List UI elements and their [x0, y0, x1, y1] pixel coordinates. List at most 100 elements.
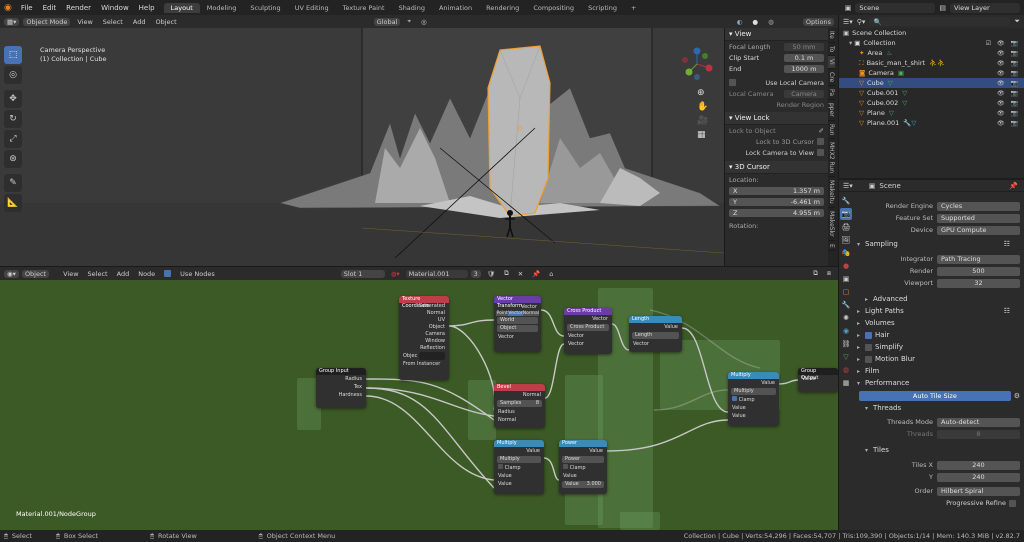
pan-hand-icon[interactable]: ✋ [697, 102, 708, 112]
scale-tool-icon[interactable]: ⤢ [4, 130, 22, 148]
outliner-item-area[interactable]: ✦ Area ♨ 👁 📷 [839, 48, 1024, 58]
clip-start-field[interactable]: 0.1 m [784, 53, 824, 62]
cursor-y-field[interactable]: Y -6.461 m [729, 197, 824, 206]
add-workspace-button[interactable]: + [624, 3, 643, 13]
sidebar-tab-e[interactable]: E [828, 241, 835, 252]
rotate-tool-icon[interactable]: ↻ [4, 110, 22, 128]
node-length[interactable]: Length Value Length Vector [629, 316, 682, 352]
menu-render[interactable]: Render [61, 4, 96, 12]
visibility-icons[interactable]: 👁 📷 [997, 60, 1024, 67]
particles-tab-icon[interactable]: ✺ [840, 312, 852, 324]
shader-type-select[interactable]: Object [21, 269, 50, 278]
data-tab-icon[interactable]: ▽ [840, 351, 852, 363]
sidebar-tab-view[interactable]: Vi [828, 56, 835, 69]
material-users-count[interactable]: 3 [470, 269, 481, 278]
object-mode-select[interactable]: Object Mode [23, 17, 71, 26]
vector-op-select[interactable]: Cross Product [567, 324, 609, 331]
options-button[interactable]: Options [802, 17, 834, 26]
visibility-icons[interactable]: 👁 📷 [997, 50, 1024, 57]
math-op-select[interactable]: Multiply [497, 456, 541, 463]
node-menu-view[interactable]: View [60, 270, 81, 278]
vp-menu-view[interactable]: View [74, 18, 95, 26]
from-space-select[interactable]: World [497, 317, 538, 324]
node-group-output[interactable]: Group Output Value [798, 368, 838, 392]
fake-user-icon[interactable]: 🛡 [484, 270, 498, 278]
render-tab-icon[interactable]: 📷 [840, 208, 852, 220]
transform-tool-icon[interactable]: ⊛ [4, 150, 22, 168]
node-texture-coordinate[interactable]: Texture Coordinate Generated Normal UV O… [399, 296, 449, 380]
outliner-item-camera[interactable]: ◙ Camera ▣ 👁 📷 [839, 68, 1024, 78]
math-op-select[interactable]: Multiply [731, 388, 776, 395]
orientation-select[interactable]: Global [373, 17, 401, 26]
feature-set-select[interactable]: Supported [937, 213, 1020, 223]
node-cross-product[interactable]: Cross Product Vector Cross Product Vecto… [564, 308, 612, 354]
parent-tree-icon[interactable]: ⌂ [546, 270, 556, 278]
tab-compositing[interactable]: Compositing [526, 3, 581, 13]
scene-field[interactable]: Scene [855, 2, 936, 13]
slot-select[interactable]: Slot 1 [340, 269, 385, 278]
node-bevel[interactable]: Bevel Normal Samples 8 Radius Normal [494, 384, 545, 428]
outliner-item-cube[interactable]: ▽ Cube ▽ 👁 📷 [839, 78, 1024, 88]
cursor-x-field[interactable]: X 1.357 m [729, 186, 824, 195]
modifier-tab-icon[interactable]: 🔧 [840, 299, 852, 311]
light-paths-panel-header[interactable]: ▸ Light Paths ☷ [839, 305, 1024, 317]
use-local-camera-checkbox[interactable] [729, 79, 736, 86]
magnet-icon[interactable]: ⧈ [824, 269, 834, 278]
visibility-icons[interactable]: ☑ 👁 📷 [986, 40, 1024, 47]
funnel-icon[interactable]: ⏷ [1014, 17, 1020, 26]
view-layer-field[interactable]: View Layer [950, 2, 1020, 13]
shading-solid-icon[interactable]: ● [749, 18, 761, 26]
sampling-panel-header[interactable]: ▾ Sampling ☷ [839, 238, 1024, 250]
output-tab-icon[interactable]: 🖨 [840, 221, 852, 233]
cursor-z-field[interactable]: Z 4.955 m [729, 208, 824, 217]
pin-icon[interactable]: 📌 [529, 270, 543, 278]
tab-modeling[interactable]: Modeling [200, 3, 244, 13]
outliner-item-cube-001[interactable]: ▽ Cube.001 ▽ 👁 📷 [839, 88, 1024, 98]
tile-order-select[interactable]: Hilbert Spiral [937, 486, 1020, 496]
length-op-select[interactable]: Length [632, 332, 679, 339]
node-menu-node[interactable]: Node [135, 270, 158, 278]
measure-tool-icon[interactable]: 📐 [4, 194, 22, 212]
outliner-type-icon[interactable]: ☰▾ [843, 18, 853, 26]
snap-icon[interactable]: ⌖ [404, 17, 414, 26]
list-icon[interactable]: ☷ [1004, 307, 1010, 315]
tab-uv-editing[interactable]: UV Editing [288, 3, 336, 13]
render-engine-select[interactable]: Cycles [937, 201, 1020, 211]
visibility-icons[interactable]: 👁 📷 [997, 100, 1024, 107]
sidebar-tab-mhx2[interactable]: MHX2 Run [828, 139, 835, 178]
vp-menu-object[interactable]: Object [152, 18, 179, 26]
view-layer-tab-icon[interactable]: 🖼 [840, 234, 852, 246]
visibility-icons[interactable]: 👁 📷 [997, 110, 1024, 117]
integrator-select[interactable]: Path Tracing [937, 254, 1020, 264]
visibility-icons[interactable]: 👁 📷 [997, 80, 1024, 87]
annotate-tool-icon[interactable]: ✎ [4, 174, 22, 192]
tab-shading[interactable]: Shading [392, 3, 432, 13]
clamp-checkbox[interactable] [732, 396, 737, 401]
grid-view-icon[interactable]: ▦ [697, 130, 708, 140]
motion-blur-checkbox[interactable] [865, 355, 872, 363]
focal-length-field[interactable]: 50 mm [784, 42, 824, 51]
exponent-field[interactable]: Value 3.000 [562, 481, 604, 488]
samples-field[interactable]: Samples 8 [497, 400, 542, 407]
outliner-collection[interactable]: ▾ ▣ Collection ☑ 👁 📷 [839, 38, 1024, 48]
tab-texture-paint[interactable]: Texture Paint [336, 3, 392, 13]
cursor-tool-icon[interactable]: ◎ [4, 66, 22, 84]
tab-layout[interactable]: Layout [163, 2, 200, 13]
hair-checkbox[interactable] [865, 331, 872, 339]
properties-type-icon[interactable]: ☰▾ [843, 182, 853, 190]
move-tool-icon[interactable]: ✥ [4, 90, 22, 108]
sidebar-tab-tool[interactable]: To [828, 43, 835, 57]
sidebar-tab-run[interactable]: Run [828, 121, 835, 140]
performance-panel-header[interactable]: ▾ Performance [839, 377, 1024, 389]
sidebar-tab-item[interactable]: Ite [828, 28, 835, 43]
view-lock-section-header[interactable]: ▾ View Lock [725, 112, 828, 125]
tab-sculpting[interactable]: Sculpting [243, 3, 287, 13]
viewport-samples-field[interactable]: 32 [937, 278, 1020, 288]
node-power[interactable]: Power Value Power Clamp Value Value 3.000 [559, 440, 607, 494]
camera-view-icon[interactable]: 🎥 [697, 116, 708, 126]
menu-file[interactable]: File [16, 4, 38, 12]
filter-icon[interactable]: ⚲▾ [857, 18, 866, 26]
visibility-icons[interactable]: 👁 📷 [997, 70, 1024, 77]
advanced-panel-header[interactable]: ▸ Advanced [839, 293, 1024, 305]
close-icon[interactable]: ✕ [515, 270, 526, 278]
